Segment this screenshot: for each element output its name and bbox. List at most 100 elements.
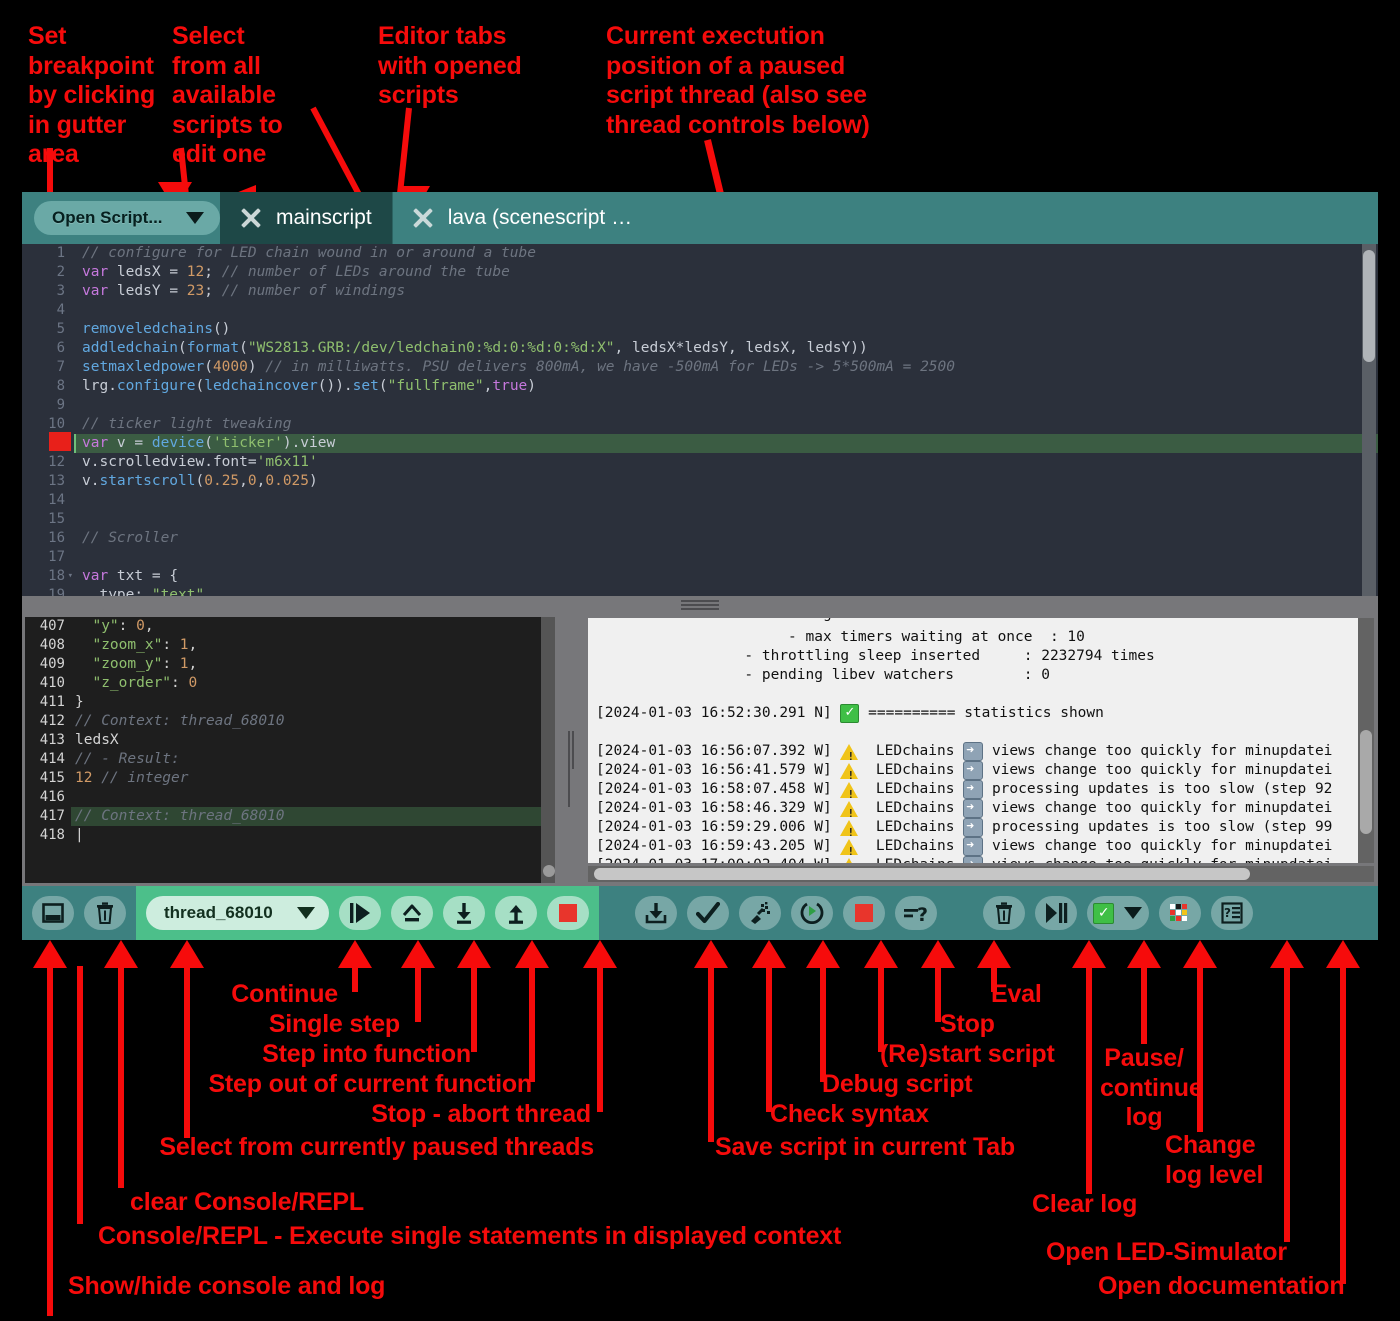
- leader-line: [401, 940, 435, 968]
- log-level-button[interactable]: ✓: [1087, 896, 1149, 930]
- log-tag: LEDchains: [876, 856, 955, 863]
- abort-thread-button[interactable]: [547, 896, 589, 930]
- console-text-area[interactable]: "y": 0, "zoom_x": 1, "zoom_y": 1, "z_ord…: [71, 617, 541, 883]
- log-output[interactable]: timer handlers run too long : 2232889 ti…: [588, 618, 1374, 863]
- leader-line: [457, 940, 491, 968]
- clear-console-button[interactable]: [84, 896, 126, 930]
- leader-line: [77, 966, 83, 1224]
- leader-line: [935, 966, 941, 1022]
- leader-line: [1326, 940, 1360, 968]
- code-line: var txt = {: [74, 567, 1378, 586]
- close-icon[interactable]: [240, 207, 262, 229]
- leader-line: [471, 966, 477, 1052]
- leader-line: [752, 940, 786, 968]
- warning-icon: [840, 858, 858, 864]
- tab-lava-scenescript[interactable]: lava (scenescript …: [392, 192, 652, 244]
- annotation-editor-tabs: Editor tabs with opened scripts: [378, 22, 522, 111]
- breakpoint-marker[interactable]: [49, 432, 71, 451]
- log-vertical-scrollbar[interactable]: [1358, 618, 1374, 863]
- annotation-debug-script: Debug script: [822, 1070, 972, 1100]
- log-line-warning: [2024-01-03 16:59:43.205 W] LEDchains vi…: [596, 837, 1358, 856]
- scrollbar-thumb[interactable]: [1363, 250, 1375, 362]
- line-number: 5: [22, 320, 74, 339]
- log-line-warning: [2024-01-03 16:58:07.458 W] LEDchains pr…: [596, 780, 1358, 799]
- log-line-statistics: [2024-01-03 16:52:30.291 N] ✓ ==========…: [596, 704, 1358, 723]
- step-out-button[interactable]: [495, 896, 537, 930]
- leader-line: [1284, 966, 1290, 1242]
- leader-line: [977, 940, 1011, 968]
- check-icon: ✓: [1093, 903, 1114, 924]
- leader-line: [170, 940, 204, 968]
- console-vertical-scrollbar[interactable]: [541, 617, 555, 883]
- arrow-right-icon: [963, 742, 983, 761]
- open-script-dropdown[interactable]: Open Script...: [34, 201, 220, 235]
- code-line: [74, 301, 1378, 320]
- horizontal-splitter[interactable]: [22, 596, 1378, 614]
- leader-line: [1127, 940, 1161, 968]
- thread-selector[interactable]: thread_68010: [146, 896, 329, 930]
- code-line: type: "text",: [74, 586, 1378, 596]
- console-line: "y": 0,: [71, 617, 541, 636]
- log-tag: LEDchains: [876, 818, 955, 837]
- restart-script-button[interactable]: [791, 896, 833, 930]
- leader-line: [352, 966, 358, 992]
- log-horizontal-scrollbar[interactable]: [588, 866, 1374, 882]
- step-into-button[interactable]: [443, 896, 485, 930]
- log-line-warning: [2024-01-03 16:56:07.392 W] LEDchains vi…: [596, 742, 1358, 761]
- console-input-line[interactable]: |: [71, 826, 541, 845]
- annotation-save-script: Save script in current Tab: [715, 1133, 1015, 1163]
- annotation-console-repl: Console/REPL - Execute single statements…: [98, 1222, 841, 1252]
- code-line: [74, 510, 1378, 529]
- annotation-change-log-level: Change log level: [1165, 1131, 1255, 1190]
- debug-script-button[interactable]: [739, 896, 781, 930]
- pause-continue-log-button[interactable]: [1035, 896, 1077, 930]
- save-script-button[interactable]: [635, 896, 677, 930]
- line-number: 418: [25, 826, 71, 845]
- leader-line: [184, 966, 190, 1138]
- line-number: 9: [22, 396, 74, 415]
- console-repl-panel[interactable]: 407 408 409 410 411 412 413 414 415 416 …: [22, 614, 558, 886]
- clear-log-button[interactable]: [983, 896, 1025, 930]
- warning-icon: [840, 763, 858, 779]
- tab-mainscript[interactable]: mainscript: [220, 192, 392, 244]
- leader-line: [104, 940, 138, 968]
- console-line: ledsX: [71, 731, 541, 750]
- log-message: views change too quickly for minupdatei: [992, 837, 1332, 856]
- log-line: - throttling sleep inserted : 2232794 ti…: [596, 647, 1358, 666]
- single-step-button[interactable]: [391, 896, 433, 930]
- show-hide-console-button[interactable]: [32, 896, 74, 930]
- line-number: 409: [25, 655, 71, 674]
- editor-vertical-scrollbar[interactable]: [1362, 244, 1376, 596]
- close-icon[interactable]: [412, 207, 434, 229]
- code-line: removeledchains(): [74, 320, 1378, 339]
- line-number: 2: [22, 263, 74, 282]
- editor-gutter[interactable]: 1 2 3 4 5 6 7 8 9 10 11 12 13 14 15 16 1…: [22, 244, 74, 596]
- documentation-button[interactable]: ?: [1211, 896, 1253, 930]
- check-syntax-button[interactable]: [687, 896, 729, 930]
- stop-script-button[interactable]: [843, 896, 885, 930]
- line-number: 415: [25, 769, 71, 788]
- log-message: views change too quickly for minupdatei: [992, 799, 1332, 818]
- line-number-foldable[interactable]: 18: [22, 567, 74, 586]
- arrow-right-icon: [963, 780, 983, 799]
- line-number: 14: [22, 491, 74, 510]
- vertical-splitter[interactable]: [558, 614, 588, 886]
- leader-line: [47, 966, 53, 1272]
- annotation-step-into: Step into function: [0, 1040, 471, 1070]
- thread-toolbar-group: thread_68010: [136, 886, 599, 940]
- scrollbar-thumb[interactable]: [594, 868, 1250, 880]
- code-line: [74, 396, 1378, 415]
- led-simulator-button[interactable]: [1159, 896, 1201, 930]
- log-line: timer handlers run too long : 2232889 ti…: [596, 618, 1358, 628]
- scrollbar-thumb[interactable]: [543, 865, 555, 877]
- editor-code-area[interactable]: // configure for LED chain wound in or a…: [74, 244, 1378, 596]
- eval-button[interactable]: ?: [895, 896, 937, 930]
- leader-line: [1340, 966, 1346, 1284]
- scrollbar-thumb[interactable]: [1360, 730, 1372, 834]
- annotation-check-syntax: Check syntax: [770, 1100, 929, 1130]
- code-line: setmaxledpower(4000) // in milliwatts. P…: [74, 358, 1378, 377]
- line-number: 411: [25, 693, 71, 712]
- editor-tab-bar: Open Script... mainscript lava (scenescr…: [22, 192, 1378, 244]
- tab-label: lava (scenescript …: [448, 206, 632, 230]
- continue-button[interactable]: [339, 896, 381, 930]
